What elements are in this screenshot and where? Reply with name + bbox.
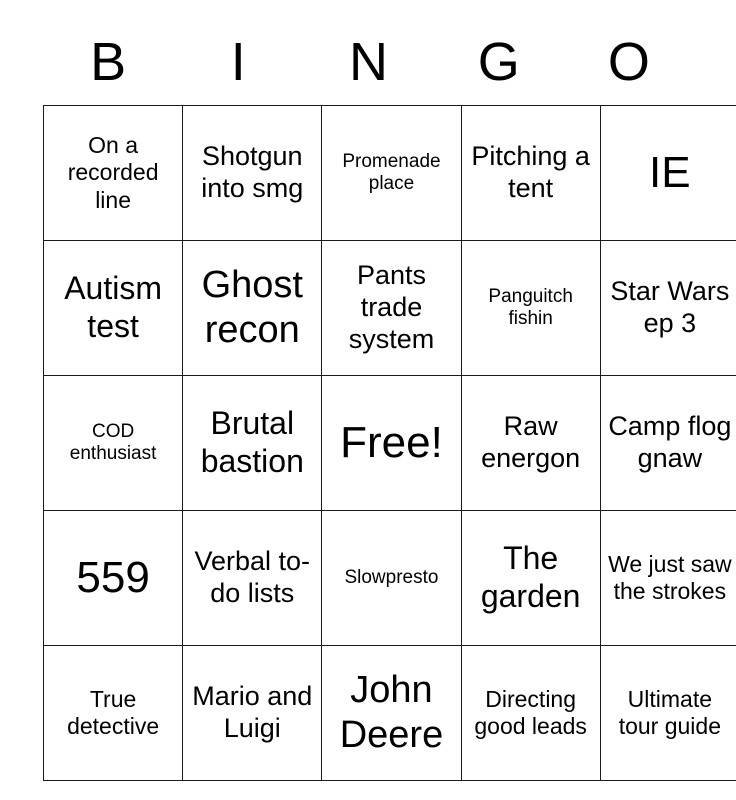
bingo-cell-i1[interactable]: Shotgun into smg — [182, 105, 323, 241]
bingo-cell-g3[interactable]: Raw energon — [460, 375, 601, 511]
bingo-cell-label: Camp flog gnaw — [608, 411, 732, 473]
bingo-header-letter-i: I — [230, 31, 246, 92]
bingo-cell-n4[interactable]: Slowpresto — [321, 510, 462, 646]
bingo-row: Autism test Ghost recon Pants trade syst… — [42, 240, 736, 376]
bingo-cell-label: Directing good leads — [474, 685, 587, 739]
bingo-cell-o3[interactable]: Camp flog gnaw — [599, 375, 736, 511]
bingo-cell-b2[interactable]: Autism test — [42, 240, 184, 376]
bingo-cell-label: Promenade place — [342, 150, 441, 194]
bingo-cell-g1[interactable]: Pitching a tent — [460, 105, 601, 241]
bingo-cell-o5[interactable]: Ultimate tour guide — [599, 645, 736, 781]
bingo-row: COD enthusiast Brutal bastion Free! Raw … — [42, 375, 736, 511]
bingo-cell-label: Ultimate tour guide — [618, 685, 721, 739]
bingo-cell-label: Ghost recon — [201, 264, 303, 351]
bingo-cell-label: Raw energon — [481, 411, 581, 473]
bingo-cell-label: Brutal bastion — [200, 405, 304, 479]
bingo-row: 559 Verbal to-do lists Slowpresto The ga… — [42, 510, 736, 646]
bingo-cell-n5[interactable]: John Deere — [321, 645, 462, 781]
bingo-header-row: B I N G O — [43, 0, 694, 105]
bingo-cell-i2[interactable]: Ghost recon — [182, 240, 323, 376]
bingo-cell-label: Slowpresto — [344, 566, 439, 588]
bingo-header-letter-n: N — [349, 31, 388, 92]
bingo-cell-label: The garden — [480, 540, 581, 614]
bingo-cell-label: Free! — [340, 418, 443, 468]
bingo-cell-label: Verbal to-do lists — [194, 546, 311, 608]
bingo-cell-label: 559 — [76, 553, 150, 603]
bingo-cell-label: Pants trade system — [348, 260, 435, 354]
bingo-cell-label: True detective — [67, 685, 160, 739]
bingo-cell-label: We just saw the strokes — [608, 550, 732, 604]
bingo-cell-i3[interactable]: Brutal bastion — [182, 375, 323, 511]
bingo-cell-b4[interactable]: 559 — [42, 510, 184, 646]
bingo-cell-label: Shotgun into smg — [201, 141, 304, 203]
bingo-cell-b1[interactable]: On a recorded line — [42, 105, 184, 241]
bingo-cell-label: Mario and Luigi — [192, 681, 313, 743]
bingo-header-letter-o: O — [607, 31, 650, 92]
bingo-cell-o2[interactable]: Star Wars ep 3 — [599, 240, 736, 376]
bingo-cell-g2[interactable]: Panguitch fishin — [460, 240, 601, 376]
bingo-row: On a recorded line Shotgun into smg Prom… — [42, 105, 736, 241]
bingo-cell-label: John Deere — [339, 669, 444, 756]
bingo-cell-label: Autism test — [64, 270, 162, 344]
bingo-cell-label: Panguitch fishin — [488, 285, 573, 329]
bingo-cell-b3[interactable]: COD enthusiast — [42, 375, 184, 511]
bingo-cell-g4[interactable]: The garden — [460, 510, 601, 646]
bingo-cell-label: IE — [649, 148, 691, 198]
bingo-cell-o1[interactable]: IE — [599, 105, 736, 241]
bingo-card: B I N G O On a recorded line Shotgun int… — [42, 0, 736, 781]
bingo-cell-label: Star Wars ep 3 — [610, 276, 730, 338]
bingo-cell-b5[interactable]: True detective — [42, 645, 184, 781]
bingo-grid: On a recorded line Shotgun into smg Prom… — [42, 105, 736, 781]
bingo-cell-o4[interactable]: We just saw the strokes — [599, 510, 736, 646]
bingo-header-letter-g: G — [477, 31, 520, 92]
bingo-cell-free-space[interactable]: Free! — [321, 375, 462, 511]
bingo-cell-g5[interactable]: Directing good leads — [460, 645, 601, 781]
bingo-cell-n1[interactable]: Promenade place — [321, 105, 462, 241]
bingo-cell-label: Pitching a tent — [471, 141, 590, 203]
bingo-row: True detective Mario and Luigi John Deer… — [42, 645, 736, 781]
bingo-cell-label: COD enthusiast — [69, 420, 157, 464]
bingo-cell-n2[interactable]: Pants trade system — [321, 240, 462, 376]
bingo-cell-i4[interactable]: Verbal to-do lists — [182, 510, 323, 646]
bingo-header-letter-b: B — [90, 31, 127, 92]
bingo-cell-i5[interactable]: Mario and Luigi — [182, 645, 323, 781]
bingo-cell-label: On a recorded line — [67, 132, 159, 213]
